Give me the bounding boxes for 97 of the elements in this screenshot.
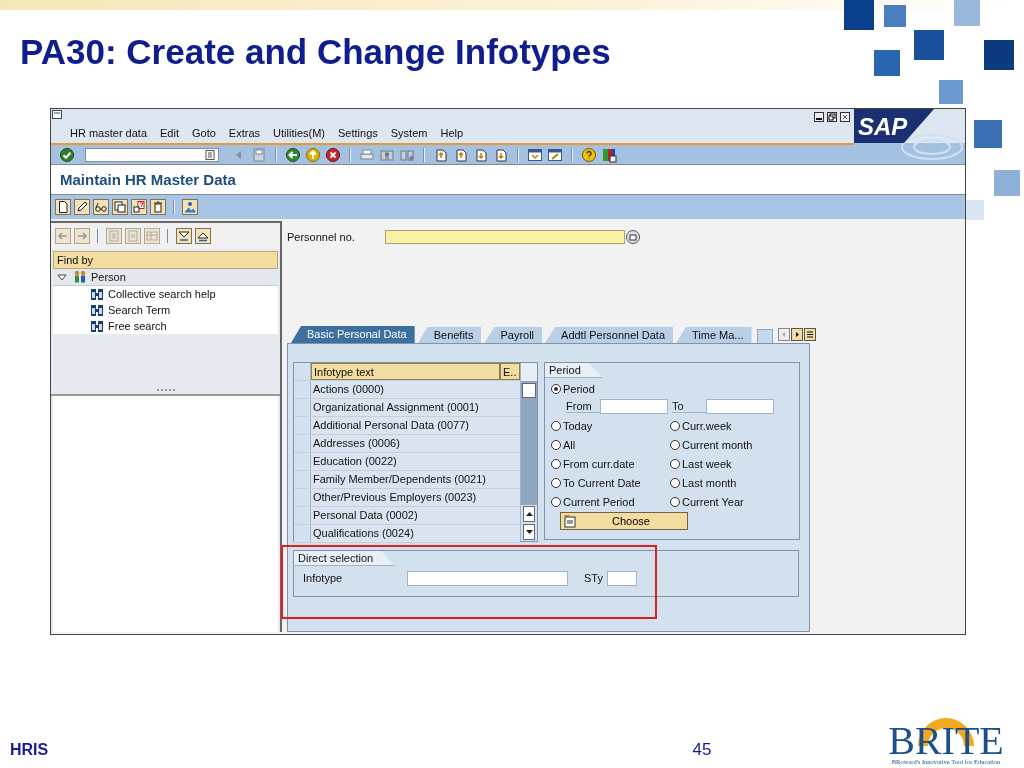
date-field[interactable] [600,398,668,414]
group-title: Direct selection [294,551,396,566]
radio-button[interactable]: All [551,437,670,453]
table-cell: Family Member/Dependents (0021) [311,471,520,488]
scroll-down-icon[interactable] [525,530,533,534]
menu-item[interactable]: System [390,127,428,139]
radio-button[interactable]: Current month [670,437,799,453]
minimize-icon[interactable] [814,112,824,122]
menu-item[interactable]: Extras [228,127,261,139]
binoculars-icon [89,286,105,302]
next-page-icon[interactable] [473,146,489,163]
person-picture-icon[interactable] [182,199,198,215]
layout-icon[interactable] [601,146,617,163]
infotype-field[interactable] [407,570,568,586]
cancel-icon[interactable] [325,146,341,163]
previous-page-icon[interactable] [453,146,469,163]
radio-button[interactable]: Last month [670,475,799,491]
column-header: Find by [53,251,278,269]
first-page-icon[interactable] [433,146,449,163]
menu-item[interactable]: Utilities(M) [273,127,325,139]
table-cell: Qualifications (0024) [311,525,520,542]
radio-button[interactable]: Current Period [551,494,670,510]
choose-icon [563,514,577,528]
search-help-icon[interactable] [625,229,641,245]
save-icon[interactable] [251,146,267,163]
splitter-grip[interactable] [155,388,176,392]
copy-icon[interactable] [112,199,128,215]
tab[interactable]: Benefits [417,327,482,343]
command-field[interactable] [85,147,219,162]
menu-item[interactable]: Edit [160,127,179,139]
people-icon [72,269,88,285]
enter-icon[interactable] [59,146,75,163]
field-label: Infotype [303,572,344,584]
scroll-up-icon[interactable] [525,512,533,516]
header-cell [521,363,537,381]
tab[interactable]: Addtl Personnel Data [545,327,673,343]
table-cell: Personal Data (0002) [311,507,520,524]
menu-item[interactable]: Help [440,127,464,139]
radio-button[interactable]: To Current Date [551,475,670,491]
new-page-icon[interactable] [55,199,71,215]
tab[interactable]: Payroll [484,327,543,343]
pencil-icon[interactable] [74,199,90,215]
column-header: E.. [500,363,520,380]
radio-button[interactable]: Last week [670,456,799,472]
logo: SAP [854,109,965,164]
table-cell: Actions (0000) [311,381,520,398]
scroll-thumb[interactable] [522,383,536,398]
restore-icon[interactable] [827,112,837,122]
close-icon[interactable] [840,112,850,122]
footer-label: HRIS [10,741,49,759]
personnel-number-field[interactable] [385,230,625,244]
calendar-icon[interactable] [131,199,147,215]
collapse-icon[interactable] [195,228,211,244]
trash-icon[interactable] [150,199,166,215]
date-field[interactable] [706,398,774,414]
menu-item[interactable]: Goto [192,127,216,139]
screen-title: Maintain HR Master Data [60,171,236,188]
help-icon[interactable] [581,146,597,163]
column-header: Infotype text [311,363,500,380]
menu-item[interactable]: HR master data [70,127,148,139]
table-cell: Other/Previous Employers (0023) [311,489,520,506]
radio-button[interactable]: Current Year [670,494,799,510]
last-page-icon[interactable] [493,146,509,163]
table-cell: Organizational Assignment (0001) [311,399,520,416]
select-all-cell[interactable] [294,363,311,380]
tree-item[interactable]: Free search [108,320,167,332]
table-cell: Addresses (0006) [311,435,520,452]
subtype-field[interactable] [607,570,637,586]
tab-right-icon[interactable] [790,328,803,341]
page-number: 45 [692,740,712,760]
history-icon[interactable] [205,149,215,160]
expand-icon[interactable] [176,228,192,244]
shortcut-icon[interactable] [547,146,563,163]
radio-button[interactable]: From curr.date [551,456,670,472]
radio-button[interactable]: Curr.week [670,418,799,434]
field-label: Personnel no. [287,231,356,243]
binoculars-icon [89,302,105,318]
radio-button[interactable]: Today [551,418,670,434]
back-icon[interactable] [285,146,301,163]
slide-title: PA30: Create and Change Infotypes [20,32,611,72]
tab[interactable]: Basic Personal Data [291,326,415,343]
print-icon[interactable] [359,146,375,163]
new-session-icon[interactable] [527,146,543,163]
tree-item[interactable]: Person [91,271,126,283]
group-title: Period [545,363,603,378]
tab[interactable]: Time Ma... [676,327,752,343]
tab-list-icon[interactable] [803,328,816,341]
glasses-icon[interactable] [93,199,109,215]
table-cell: Education (0022) [311,453,520,470]
choose-button[interactable]: Choose [560,512,688,530]
binoculars-icon [89,318,105,334]
scrollbar[interactable] [520,363,537,541]
menu-item[interactable]: Settings [338,127,378,139]
window-menu-icon[interactable] [51,109,63,120]
field-label: STy [584,572,604,584]
table-cell: Additional Personal Data (0077) [311,417,520,434]
radio-button[interactable]: Period [551,381,799,397]
